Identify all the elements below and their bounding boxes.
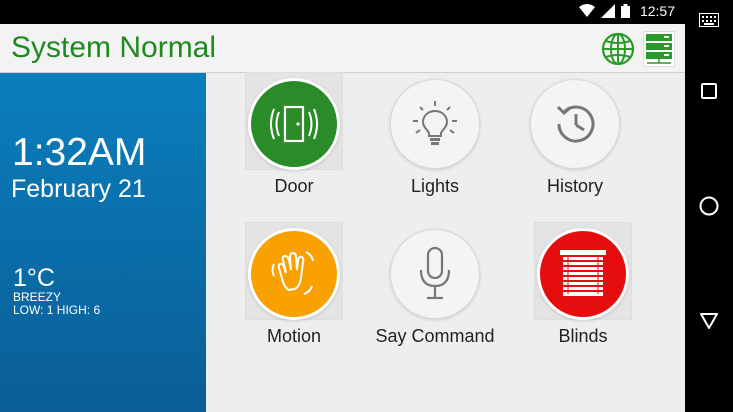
header: System Normal <box>0 24 685 73</box>
door-button[interactable] <box>248 78 340 170</box>
globe-icon <box>601 32 635 66</box>
clock-date: February 21 <box>11 175 146 203</box>
lights-button[interactable] <box>390 79 480 169</box>
say-command-label: Say Command <box>375 326 495 346</box>
home-button[interactable] <box>685 196 733 216</box>
blinds-icon <box>560 250 606 296</box>
blinds-label: Blinds <box>558 326 608 346</box>
history-tile[interactable]: History <box>505 73 645 213</box>
blinds-button[interactable] <box>537 228 629 320</box>
recents-icon <box>701 83 717 99</box>
app-window: System Normal 1:32AM February 21 1°C BRE… <box>0 24 685 412</box>
history-label: History <box>546 176 603 196</box>
control-grid: Door Lights History Motion Say Command B… <box>206 72 685 412</box>
server-icon <box>646 34 672 64</box>
history-icon <box>556 105 595 143</box>
door-label: Door <box>274 176 314 196</box>
page-title: System Normal <box>11 31 217 64</box>
back-icon <box>700 313 718 329</box>
back-button[interactable] <box>685 312 733 330</box>
motion-label: Motion <box>266 326 322 346</box>
server-button[interactable] <box>643 31 675 67</box>
status-time: 12:57 <box>639 3 675 19</box>
history-button[interactable] <box>530 79 620 169</box>
signal-icon <box>600 4 615 18</box>
recents-button[interactable] <box>685 83 733 99</box>
clock-time: 1:32AM <box>12 131 147 174</box>
say-command-tile[interactable]: Say Command <box>365 223 505 363</box>
door-tile[interactable]: Door <box>224 72 364 213</box>
motion-button[interactable] <box>248 228 340 320</box>
battery-icon <box>620 4 630 18</box>
status-icons: 12:57 <box>578 3 675 19</box>
weather-temperature: 1°C <box>13 264 55 292</box>
globe-button[interactable] <box>601 32 635 66</box>
status-bar: 12:57 <box>0 0 685 24</box>
microphone-icon <box>419 246 451 300</box>
blinds-tile[interactable]: Blinds <box>513 222 653 363</box>
home-icon <box>699 196 719 216</box>
keyboard-button[interactable] <box>685 13 733 27</box>
lightbulb-icon <box>413 101 457 145</box>
weather-low-high: LOW: 1 HIGH: 6 <box>13 303 101 317</box>
say-command-button[interactable] <box>390 229 480 319</box>
motion-hand-icon <box>271 251 314 295</box>
info-panel: 1:32AM February 21 1°C BREEZY LOW: 1 HIG… <box>0 73 206 412</box>
motion-tile[interactable]: Motion <box>224 222 364 363</box>
wifi-icon <box>578 4 595 18</box>
door-icon <box>270 105 318 143</box>
lights-tile[interactable]: Lights <box>365 73 505 213</box>
lights-label: Lights <box>410 176 460 196</box>
navigation-bar <box>685 0 733 412</box>
keyboard-icon <box>699 13 719 27</box>
